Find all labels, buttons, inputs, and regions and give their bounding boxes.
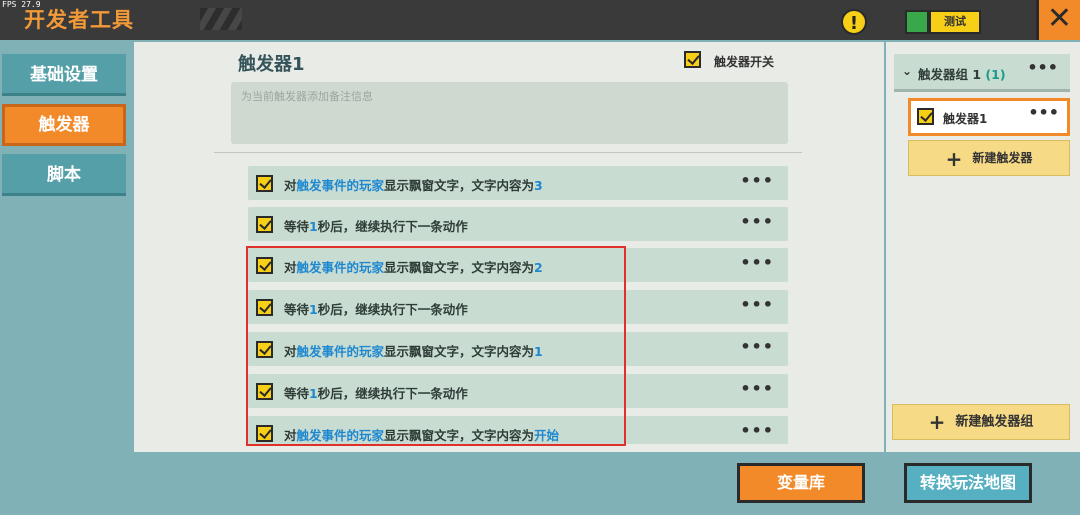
test-toggle[interactable]: 测试 [905,10,981,34]
more-options-icon[interactable]: ••• [740,295,774,314]
action-value[interactable]: 开始 [534,428,559,443]
action-row[interactable]: 对触发事件的玩家显示飘窗文字，文字内容为1 ••• [248,332,788,366]
action-row[interactable]: 对触发事件的玩家显示飘窗文字，文字内容为3 ••• [248,166,788,200]
more-options-icon[interactable]: ••• [740,253,774,272]
action-value[interactable]: 3 [534,178,543,193]
action-text[interactable]: 对触发事件的玩家显示飘窗文字，文字内容为1 [284,341,543,360]
action-param[interactable]: 1 [309,302,318,317]
plus-icon: + [945,146,963,171]
action-text[interactable]: 对触发事件的玩家显示飘窗文字，文字内容为3 [284,175,543,194]
action-checkbox[interactable] [256,175,273,192]
decorative-stripes [200,8,242,30]
action-text[interactable]: 对触发事件的玩家显示飘窗文字，文字内容为开始 [284,425,559,444]
test-button[interactable]: 测试 [929,10,981,34]
nav-basic-settings[interactable]: 基础设置 [2,54,126,96]
top-bar: FPS 27.9 开发者工具 ! 测试 ✕ [0,0,1080,40]
trigger-list-item[interactable]: 触发器1 ••• [908,98,1070,136]
action-row[interactable]: 等待1秒后，继续执行下一条动作 ••• [248,374,788,408]
action-param[interactable]: 触发事件的玩家 [297,260,385,275]
action-checkbox[interactable] [256,299,273,316]
action-text[interactable]: 对触发事件的玩家显示飘窗文字，文字内容为2 [284,257,543,276]
action-param[interactable]: 1 [309,219,318,234]
action-list[interactable]: 对触发事件的玩家显示飘窗文字，文字内容为3 ••• 等待1秒后，继续执行下一条动… [248,166,788,444]
nav-triggers[interactable]: 触发器 [2,104,126,146]
trigger-group-name: 触发器组 1 (1) [918,67,1006,82]
action-checkbox[interactable] [256,341,273,358]
new-trigger-button[interactable]: + 新建触发器 [908,140,1070,176]
trigger-editor-panel: 触发器1 触发器开关 为当前触发器添加备注信息 对触发事件的玩家显示飘窗文字，文… [134,42,884,452]
action-text[interactable]: 等待1秒后，继续执行下一条动作 [284,299,468,318]
more-options-icon[interactable]: ••• [740,337,774,356]
divider [214,152,802,153]
new-trigger-group-button[interactable]: + 新建触发器组 [892,404,1070,440]
trigger-group-panel: ⌄ 触发器组 1 (1) ••• 触发器1 ••• + 新建触发器 + 新建触发器组 [886,42,1080,452]
action-row[interactable]: 等待1秒后，继续执行下一条动作 ••• [248,207,788,241]
action-row[interactable]: 等待1秒后，继续执行下一条动作 ••• [248,290,788,324]
action-checkbox[interactable] [256,425,273,442]
action-param[interactable]: 触发事件的玩家 [297,344,385,359]
exclamation-icon[interactable]: ! [841,9,867,35]
action-param[interactable]: 触发事件的玩家 [297,428,385,443]
more-options-icon[interactable]: ••• [740,379,774,398]
more-options-icon[interactable]: ••• [740,421,774,440]
variables-button[interactable]: 变量库 [737,463,865,503]
action-param[interactable]: 触发事件的玩家 [297,178,385,193]
more-options-icon[interactable]: ••• [1027,58,1058,77]
action-value[interactable]: 2 [534,260,543,275]
toggle-indicator [905,10,929,34]
action-value[interactable]: 1 [534,344,543,359]
more-options-icon[interactable]: ••• [740,171,774,190]
switch-map-button[interactable]: 转换玩法地图 [904,463,1032,503]
action-checkbox[interactable] [256,257,273,274]
plus-icon: + [928,410,946,434]
trigger-group-count: (1) [985,67,1006,82]
trigger-note-input[interactable]: 为当前触发器添加备注信息 [231,82,788,144]
app-title: 开发者工具 [24,8,134,32]
more-options-icon[interactable]: ••• [740,212,774,231]
trigger-switch-label: 触发器开关 [714,55,775,69]
trigger-group-header[interactable]: ⌄ 触发器组 1 (1) ••• [894,54,1070,92]
trigger-title: 触发器1 [238,54,305,75]
close-icon[interactable]: ✕ [1036,0,1080,40]
action-text[interactable]: 等待1秒后，继续执行下一条动作 [284,216,468,235]
nav-scripts[interactable]: 脚本 [2,154,126,196]
trigger-enabled-checkbox[interactable] [917,108,934,125]
trigger-switch-checkbox[interactable] [684,51,701,68]
action-checkbox[interactable] [256,216,273,233]
action-row[interactable]: 对触发事件的玩家显示飘窗文字，文字内容为开始 ••• [248,416,788,444]
more-options-icon[interactable]: ••• [1028,103,1059,122]
action-param[interactable]: 1 [309,386,318,401]
trigger-item-name: 触发器1 [943,112,988,126]
action-text[interactable]: 等待1秒后，继续执行下一条动作 [284,383,468,402]
action-row[interactable]: 对触发事件的玩家显示飘窗文字，文字内容为2 ••• [248,248,788,282]
action-checkbox[interactable] [256,383,273,400]
chevron-down-icon[interactable]: ⌄ [902,64,912,78]
